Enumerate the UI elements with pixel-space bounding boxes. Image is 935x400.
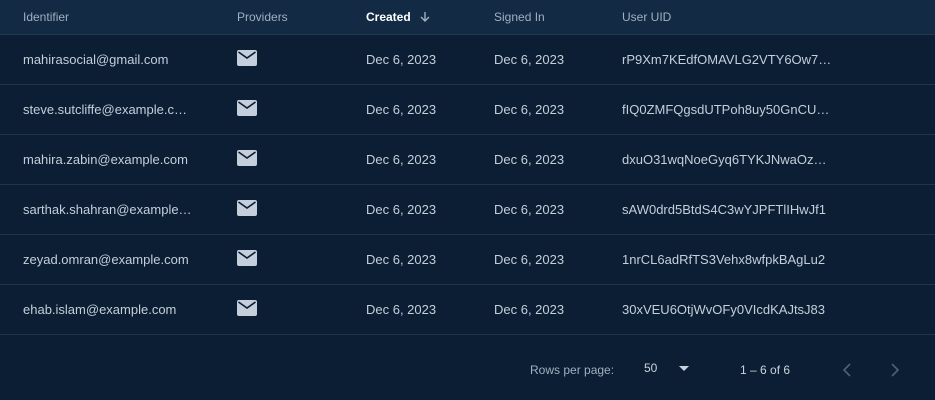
cell-providers — [214, 100, 343, 119]
cell-providers — [214, 250, 343, 269]
mail-icon — [237, 200, 257, 216]
cell-created: Dec 6, 2023 — [366, 152, 437, 167]
previous-page-button[interactable] — [835, 359, 859, 383]
cell-signed-in: Dec 6, 2023 — [494, 102, 565, 117]
cell-identifier: ehab.islam@example.com — [23, 302, 177, 317]
cell-user-uid: rP9Xm7KEdfOMAVLG2VTY6Ow7L… — [622, 52, 839, 67]
cell-identifier: zeyad.omran@example.com — [23, 252, 189, 267]
header-signed-in[interactable]: Signed In — [471, 10, 599, 24]
cell-signed-in: Dec 6, 2023 — [494, 202, 565, 217]
table-body: mahirasocial@gmail.com Dec 6, 2023 Dec 6, … — [0, 35, 935, 335]
mail-icon — [237, 150, 257, 166]
caret-down-icon — [679, 361, 690, 375]
table-row[interactable]: steve.sutcliffe@example.c… Dec 6, 2023 Dec… — [0, 85, 935, 135]
cell-created: Dec 6, 2023 — [366, 102, 437, 117]
chevron-left-icon — [842, 362, 852, 380]
cell-user-uid: dxuO31wqNoeGyq6TYKJNwaOzB… — [622, 152, 836, 167]
cell-identifier: steve.sutcliffe@example.c… — [23, 102, 187, 117]
header-user-uid[interactable]: User UID — [599, 10, 935, 24]
table-row[interactable]: mahirasocial@gmail.com Dec 6, 2023 Dec 6, … — [0, 35, 935, 85]
mail-icon — [237, 300, 257, 316]
table-row[interactable]: sarthak.shahran@example… Dec 6, 2023 Dec 6… — [0, 185, 935, 235]
cell-identifier: sarthak.shahran@example… — [23, 202, 192, 217]
users-table: Identifier Providers Created Signed In U… — [0, 0, 935, 400]
cell-identifier: mahirasocial@gmail.com — [23, 52, 169, 67]
cell-signed-in: Dec 6, 2023 — [494, 152, 565, 167]
cell-created: Dec 6, 2023 — [366, 202, 437, 217]
mail-icon — [237, 100, 257, 116]
rows-per-page-label: Rows per page: — [530, 363, 615, 377]
table-header: Identifier Providers Created Signed In U… — [0, 0, 935, 35]
mail-icon — [237, 250, 257, 266]
cell-created: Dec 6, 2023 — [366, 302, 437, 317]
rows-per-page-select[interactable]: 50 — [644, 361, 690, 375]
cell-signed-in: Dec 6, 2023 — [494, 252, 565, 267]
cell-providers — [214, 200, 343, 219]
cell-created: Dec 6, 2023 — [366, 52, 437, 67]
table-row[interactable]: zeyad.omran@example.com Dec 6, 2023 Dec 6,… — [0, 235, 935, 285]
header-providers[interactable]: Providers — [214, 10, 343, 24]
table-row[interactable]: mahira.zabin@example.com Dec 6, 2023 Dec 6… — [0, 135, 935, 185]
cell-signed-in: Dec 6, 2023 — [494, 302, 565, 317]
cell-identifier: mahira.zabin@example.com — [23, 152, 188, 167]
cell-user-uid: sAW0drd5BtdS4C3wYJPFTlIHwJf1 — [622, 202, 826, 217]
cell-providers — [214, 300, 343, 319]
cell-created: Dec 6, 2023 — [366, 252, 437, 267]
pagination-range: 1 – 6 of 6 — [740, 363, 791, 377]
next-page-button[interactable] — [883, 359, 907, 383]
pagination-footer: Rows per page: 50 1 – 6 of 6 — [0, 334, 935, 400]
cell-user-uid: fIQ0ZMFQgsdUTPoh8uy50GnCUY… — [622, 102, 839, 117]
mail-icon — [237, 50, 257, 66]
rows-per-page-value: 50 — [644, 361, 658, 375]
cell-providers — [214, 50, 343, 69]
header-created-label: Created — [366, 10, 411, 24]
cell-user-uid: 30xVEU6OtjWvOFy0VIcdKAJtsJ83 — [622, 302, 826, 317]
arrow-down-icon[interactable] — [419, 11, 431, 23]
header-created[interactable]: Created — [343, 10, 471, 24]
header-identifier[interactable]: Identifier — [0, 10, 214, 24]
cell-signed-in: Dec 6, 2023 — [494, 52, 565, 67]
cell-user-uid: 1nrCL6adRfTS3Vehx8wfpkBAgLu2 — [622, 252, 826, 267]
cell-providers — [214, 150, 343, 169]
chevron-right-icon — [890, 362, 900, 380]
table-row[interactable]: ehab.islam@example.com Dec 6, 2023 Dec 6, … — [0, 285, 935, 335]
